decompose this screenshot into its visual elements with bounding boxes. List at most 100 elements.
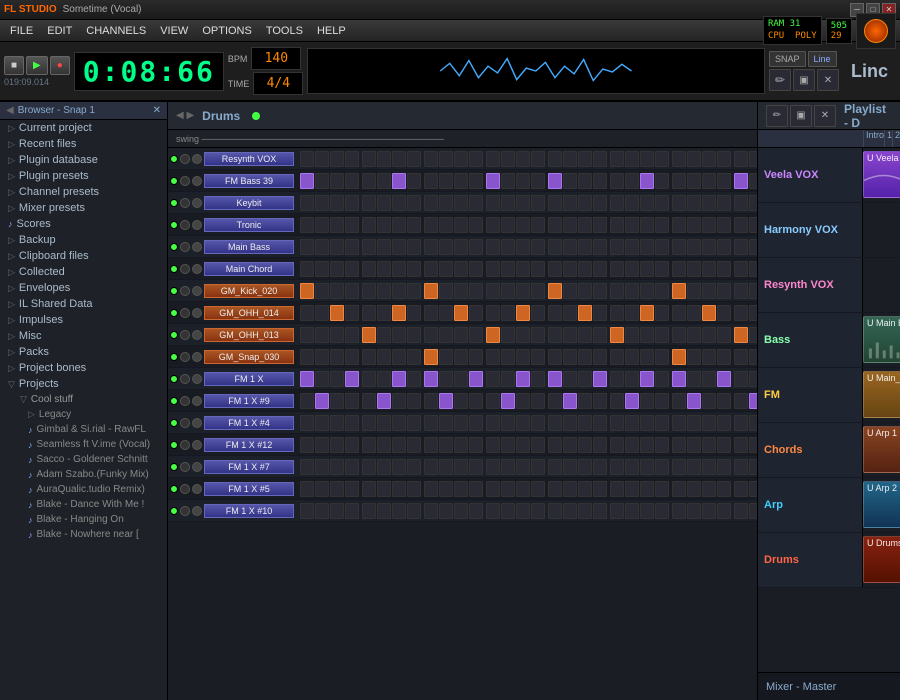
- sidebar-item-backup[interactable]: ▷ Backup: [0, 232, 167, 248]
- step-button[interactable]: [578, 371, 592, 387]
- channel-name-button[interactable]: Main Chord: [204, 262, 294, 276]
- step-button[interactable]: [717, 371, 731, 387]
- step-button[interactable]: [734, 173, 748, 189]
- step-button[interactable]: [593, 371, 607, 387]
- step-button[interactable]: [377, 217, 391, 233]
- step-button[interactable]: [640, 239, 654, 255]
- step-button[interactable]: [345, 195, 359, 211]
- step-button[interactable]: [377, 371, 391, 387]
- step-button[interactable]: [717, 393, 731, 409]
- step-button[interactable]: [702, 283, 716, 299]
- step-button[interactable]: [516, 239, 530, 255]
- channel-name-button[interactable]: FM Bass 39: [204, 174, 294, 188]
- step-button[interactable]: [501, 305, 515, 321]
- step-button[interactable]: [377, 415, 391, 431]
- step-button[interactable]: [501, 349, 515, 365]
- step-button[interactable]: [548, 459, 562, 475]
- step-button[interactable]: [486, 261, 500, 277]
- channel-mute[interactable]: [180, 154, 190, 164]
- step-button[interactable]: [531, 459, 545, 475]
- step-button[interactable]: [486, 283, 500, 299]
- step-button[interactable]: [501, 283, 515, 299]
- step-button[interactable]: [469, 349, 483, 365]
- channel-led[interactable]: [170, 177, 178, 185]
- step-button[interactable]: [655, 261, 669, 277]
- menu-file[interactable]: FILE: [4, 23, 39, 39]
- channel-mute[interactable]: [180, 352, 190, 362]
- step-button[interactable]: [424, 173, 438, 189]
- channel-mute2[interactable]: [192, 264, 202, 274]
- step-button[interactable]: [702, 173, 716, 189]
- step-button[interactable]: [345, 349, 359, 365]
- step-button[interactable]: [734, 239, 748, 255]
- step-button[interactable]: [407, 261, 421, 277]
- step-button[interactable]: [392, 305, 406, 321]
- step-button[interactable]: [625, 327, 639, 343]
- step-button[interactable]: [424, 349, 438, 365]
- step-button[interactable]: [424, 261, 438, 277]
- step-button[interactable]: [734, 481, 748, 497]
- step-button[interactable]: [454, 305, 468, 321]
- step-button[interactable]: [749, 305, 757, 321]
- step-button[interactable]: [734, 393, 748, 409]
- sidebar-item-impulses[interactable]: ▷ Impulses: [0, 312, 167, 328]
- step-button[interactable]: [315, 415, 329, 431]
- channel-led[interactable]: [170, 441, 178, 449]
- step-button[interactable]: [593, 151, 607, 167]
- track-content-fm[interactable]: U Main_rd #2 U Main_rd #2 U Main: [863, 368, 900, 422]
- step-button[interactable]: [749, 371, 757, 387]
- step-button[interactable]: [424, 459, 438, 475]
- playlist-tool-erase[interactable]: ✕: [814, 105, 836, 127]
- step-button[interactable]: [717, 173, 731, 189]
- menu-help[interactable]: HELP: [311, 23, 352, 39]
- step-button[interactable]: [749, 503, 757, 519]
- step-button[interactable]: [687, 217, 701, 233]
- channel-mute[interactable]: [180, 242, 190, 252]
- step-button[interactable]: [501, 371, 515, 387]
- step-button[interactable]: [345, 415, 359, 431]
- step-button[interactable]: [377, 393, 391, 409]
- step-button[interactable]: [531, 415, 545, 431]
- step-button[interactable]: [578, 305, 592, 321]
- step-button[interactable]: [687, 261, 701, 277]
- step-button[interactable]: [749, 283, 757, 299]
- step-button[interactable]: [734, 415, 748, 431]
- step-button[interactable]: [548, 283, 562, 299]
- step-button[interactable]: [501, 239, 515, 255]
- channel-mute[interactable]: [180, 396, 190, 406]
- step-button[interactable]: [672, 393, 686, 409]
- step-button[interactable]: [469, 481, 483, 497]
- channel-mute[interactable]: [180, 506, 190, 516]
- step-button[interactable]: [345, 437, 359, 453]
- step-button[interactable]: [362, 459, 376, 475]
- step-button[interactable]: [392, 217, 406, 233]
- step-button[interactable]: [362, 305, 376, 321]
- step-button[interactable]: [392, 481, 406, 497]
- step-button[interactable]: [330, 173, 344, 189]
- step-button[interactable]: [717, 415, 731, 431]
- step-button[interactable]: [454, 151, 468, 167]
- channel-led[interactable]: [170, 485, 178, 493]
- step-button[interactable]: [578, 173, 592, 189]
- sidebar-item-collected[interactable]: ▷ Collected: [0, 264, 167, 280]
- step-button[interactable]: [345, 173, 359, 189]
- step-button[interactable]: [655, 151, 669, 167]
- step-button[interactable]: [578, 261, 592, 277]
- track-content-drums[interactable]: U Drums #2 U Drums #2 U Drum: [863, 533, 900, 587]
- step-button[interactable]: [424, 371, 438, 387]
- step-button[interactable]: [407, 283, 421, 299]
- step-button[interactable]: [439, 283, 453, 299]
- step-button[interactable]: [610, 393, 624, 409]
- step-button[interactable]: [300, 217, 314, 233]
- step-button[interactable]: [439, 327, 453, 343]
- step-button[interactable]: [424, 195, 438, 211]
- menu-tools[interactable]: TOOLS: [260, 23, 309, 39]
- step-button[interactable]: [702, 195, 716, 211]
- sidebar-item-projects[interactable]: ▽ Projects: [0, 376, 167, 392]
- step-button[interactable]: [330, 459, 344, 475]
- channel-mute[interactable]: [180, 286, 190, 296]
- channel-name-button[interactable]: FM 1 X #4: [204, 416, 294, 430]
- menu-edit[interactable]: EDIT: [41, 23, 78, 39]
- step-button[interactable]: [439, 459, 453, 475]
- step-button[interactable]: [516, 393, 530, 409]
